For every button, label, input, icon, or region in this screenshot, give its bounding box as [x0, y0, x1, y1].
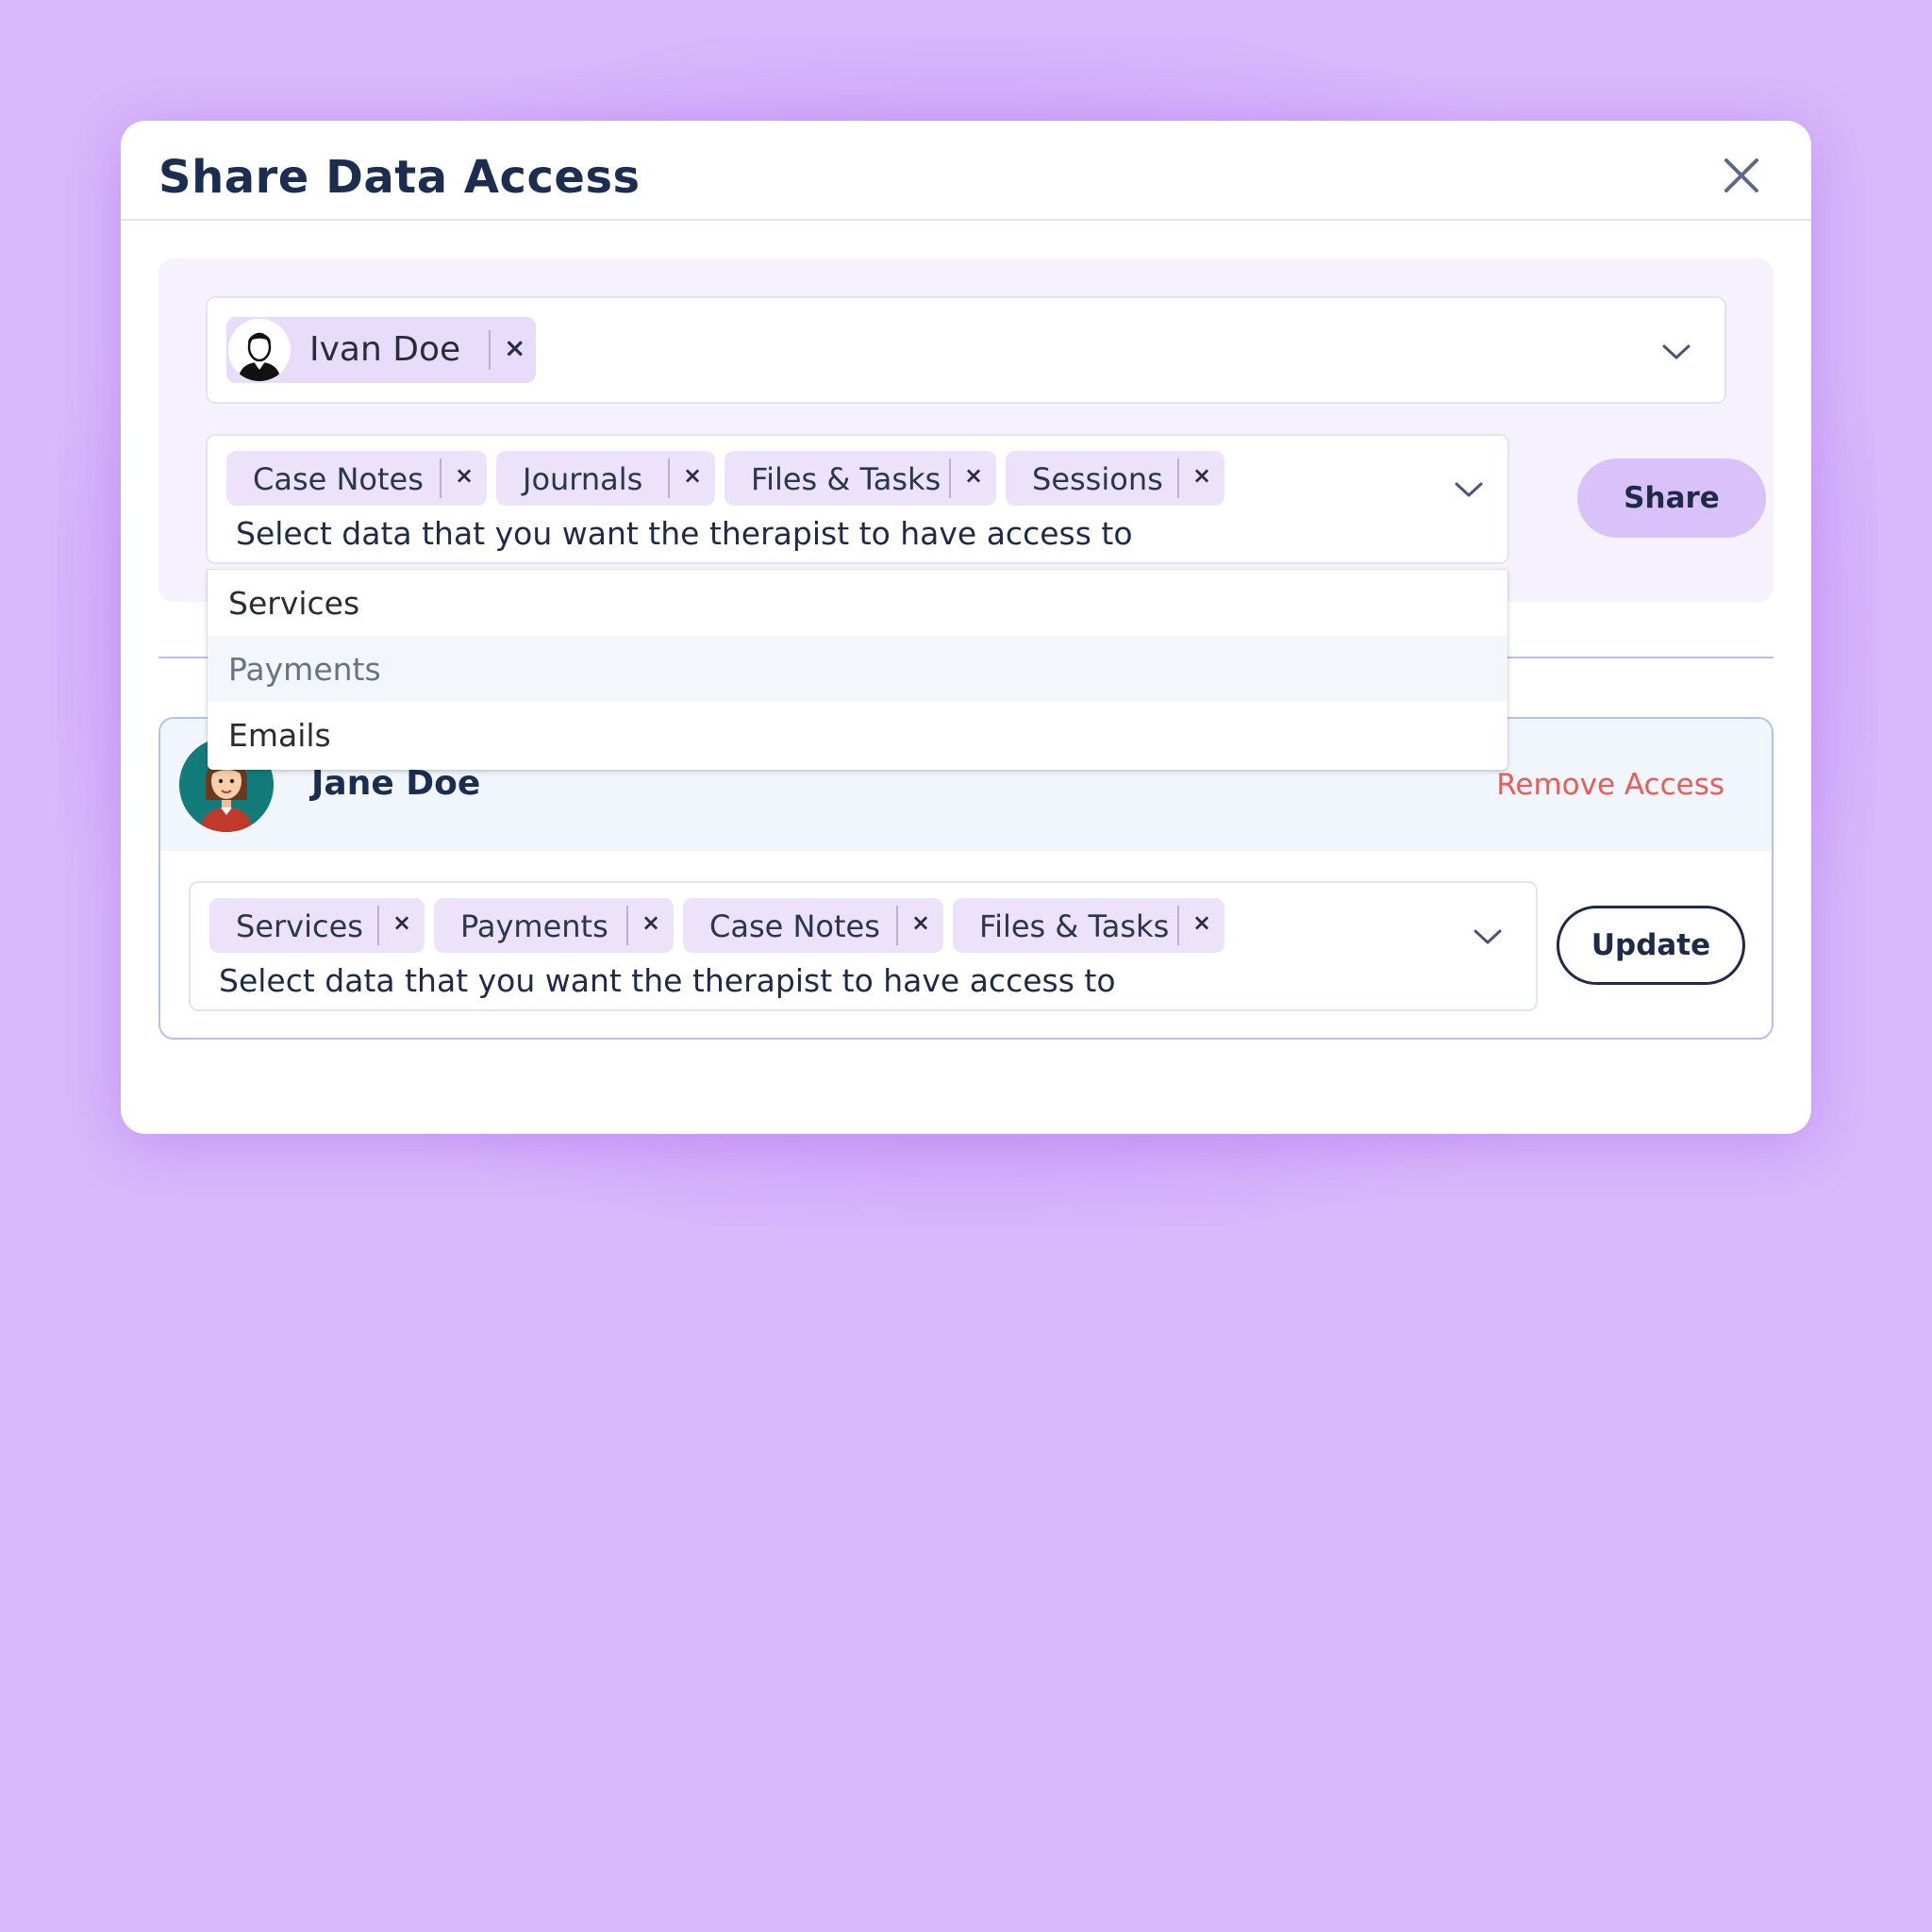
share-button[interactable]: Share — [1577, 458, 1766, 538]
remove-tag-icon[interactable]: × — [1192, 909, 1211, 936]
data-select-placeholder: Select data that you want the therapist … — [236, 515, 1133, 552]
data-tag: Services × — [209, 898, 425, 953]
remove-tag-icon[interactable]: × — [964, 462, 983, 489]
data-tag: Journals × — [496, 451, 715, 506]
remove-tag-icon[interactable]: × — [683, 462, 702, 489]
access-data-select[interactable]: Services × Payments × Case Notes × Files… — [189, 881, 1538, 1011]
remove-tag-icon[interactable]: × — [392, 909, 411, 936]
data-tag: Case Notes × — [683, 898, 943, 953]
data-tag-label: Sessions — [1032, 461, 1163, 497]
data-tag-label: Payments — [460, 908, 608, 944]
chip-separator — [489, 330, 491, 370]
dropdown-option-services[interactable]: Services — [208, 570, 1507, 636]
modal-title: Share Data Access — [158, 151, 641, 204]
data-tag: Case Notes × — [226, 451, 487, 506]
data-tag: Files & Tasks × — [724, 451, 996, 506]
remove-tag-icon[interactable]: × — [641, 909, 660, 936]
remove-tag-icon[interactable]: × — [911, 909, 930, 936]
dropdown-option-label: Services — [228, 585, 360, 622]
data-tag-label: Files & Tasks — [751, 461, 941, 497]
data-tag-label: Case Notes — [709, 908, 880, 944]
chevron-down-icon[interactable] — [1660, 341, 1692, 362]
chevron-down-icon[interactable] — [1453, 479, 1485, 500]
data-select[interactable]: Case Notes × Journals × Files & Tasks × … — [206, 434, 1509, 564]
remove-tag-icon[interactable]: × — [455, 462, 474, 489]
remove-access-link[interactable]: Remove Access — [1496, 768, 1724, 802]
remove-tag-icon[interactable]: × — [1192, 462, 1211, 489]
remove-person-icon[interactable]: × — [504, 332, 525, 363]
data-tag-label: Services — [236, 908, 363, 944]
dropdown-option-emails[interactable]: Emails — [208, 702, 1507, 768]
data-options-dropdown: Services Payments Emails — [208, 570, 1507, 770]
data-tag-label: Case Notes — [253, 461, 424, 497]
dropdown-option-payments[interactable]: Payments — [208, 636, 1507, 702]
modal-header: Share Data Access — [121, 121, 1811, 221]
data-tag: Sessions × — [1006, 451, 1224, 506]
share-panel: Ivan Doe × Case Notes × Journals × Files… — [158, 258, 1774, 602]
person-name: Ivan Doe — [309, 330, 461, 369]
person-select[interactable]: Ivan Doe × — [206, 296, 1726, 404]
person-chip: Ivan Doe × — [226, 317, 536, 383]
dropdown-option-label: Emails — [228, 717, 331, 754]
dropdown-option-label: Payments — [228, 651, 381, 688]
data-tag-label: Journals — [523, 461, 643, 497]
data-tag-label: Files & Tasks — [979, 908, 1170, 944]
data-tag: Payments × — [434, 898, 674, 953]
update-button[interactable]: Update — [1557, 906, 1745, 985]
data-tag: Files & Tasks × — [953, 898, 1224, 953]
access-data-placeholder: Select data that you want the therapist … — [219, 962, 1116, 999]
chevron-down-icon[interactable] — [1472, 926, 1504, 947]
close-icon[interactable] — [1721, 155, 1762, 196]
access-person-name: Jane Doe — [311, 764, 481, 803]
male-avatar-icon — [228, 319, 291, 381]
